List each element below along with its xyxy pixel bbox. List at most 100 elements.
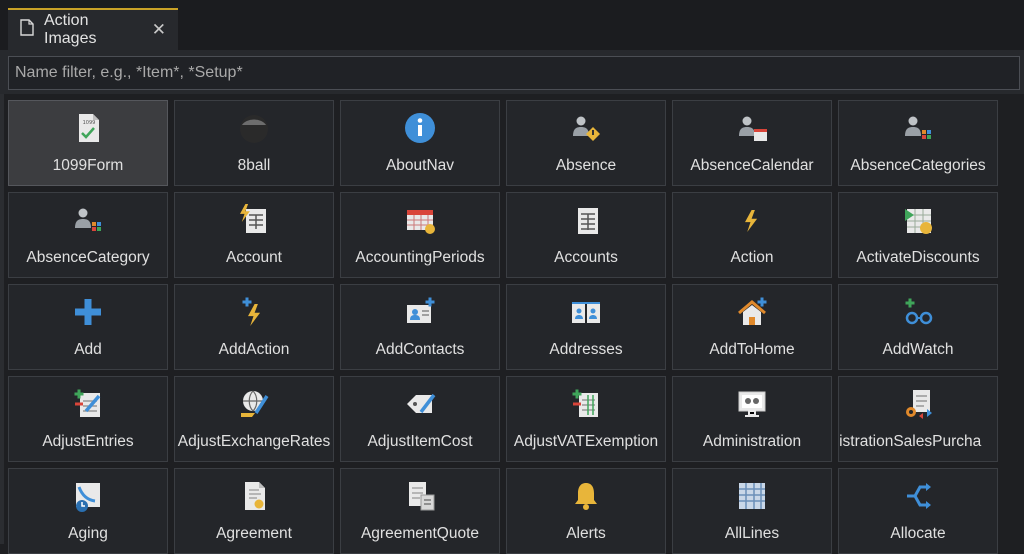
image-tile[interactable]: AbsenceCategory	[8, 192, 168, 278]
add-action-icon	[237, 295, 271, 329]
tile-label: 1099Form	[52, 157, 124, 174]
accounts-icon	[569, 203, 603, 237]
tile-label: Agreement	[216, 525, 292, 542]
image-tile[interactable]: AccountingPeriods	[340, 192, 500, 278]
filter-bar	[0, 50, 1024, 94]
document-icon	[20, 19, 34, 41]
image-tile[interactable]: Allocate	[838, 468, 998, 554]
image-tile[interactable]: AdjustVATExemption	[506, 376, 666, 462]
addresses-icon	[569, 295, 603, 329]
tile-label: Absence	[555, 157, 617, 174]
image-tile[interactable]: Administration	[672, 376, 832, 462]
tab-action-images[interactable]: Action Images ✕	[8, 8, 178, 50]
all-lines-icon	[735, 479, 769, 513]
image-tile[interactable]: AgreementQuote	[340, 468, 500, 554]
adjust-item-cost-icon	[403, 387, 437, 421]
image-tile[interactable]: AddContacts	[340, 284, 500, 370]
tile-label: Alerts	[566, 525, 606, 542]
svg-text:1099: 1099	[83, 120, 96, 126]
allocate-icon	[901, 479, 935, 513]
lightning-icon	[735, 203, 769, 237]
image-tile[interactable]: Absence	[506, 100, 666, 186]
info-icon	[403, 111, 437, 145]
tab-title: Action Images	[44, 12, 97, 47]
name-filter-input[interactable]	[8, 56, 1020, 90]
image-tile[interactable]: AddAction	[174, 284, 334, 370]
tile-label: AgreementQuote	[360, 525, 480, 542]
adjust-exchange-rates-icon	[237, 387, 271, 421]
absence-category-icon	[71, 203, 105, 237]
agreement-quote-icon	[403, 479, 437, 513]
image-tile[interactable]: AdjustItemCost	[340, 376, 500, 462]
tile-label: AdjustExchangeRates	[177, 433, 331, 450]
image-tile[interactable]: Alerts	[506, 468, 666, 554]
tile-label: AbsenceCategory	[26, 249, 150, 266]
tile-label: Allocate	[890, 525, 946, 542]
tile-label: AbsenceCalendar	[690, 157, 814, 174]
image-tile[interactable]: AbsenceCalendar	[672, 100, 832, 186]
add-watch-icon	[901, 295, 935, 329]
tile-label: AdjustEntries	[42, 433, 134, 450]
tile-label: Aging	[68, 525, 108, 542]
image-tile[interactable]: Action	[672, 192, 832, 278]
image-tile[interactable]: AddToHome	[672, 284, 832, 370]
8ball-icon	[237, 111, 271, 145]
tab-bar: Action Images ✕	[0, 0, 1024, 50]
left-edge	[0, 94, 4, 544]
tile-label: AboutNav	[385, 157, 455, 174]
accounting-periods-icon	[403, 203, 437, 237]
tile-label: Addresses	[549, 341, 623, 358]
close-icon[interactable]: ✕	[152, 20, 166, 40]
tile-label: AllLines	[724, 525, 780, 542]
tile-label: Administration	[702, 433, 802, 450]
activate-discounts-icon	[901, 203, 935, 237]
tile-label: inistrationSalesPurcha	[838, 433, 982, 450]
image-grid: 1099 1099Form 8ball AboutNav Absence AbsenceC…	[8, 100, 998, 554]
administration-icon	[735, 387, 769, 421]
tile-label: AddWatch	[882, 341, 954, 358]
absence-icon	[569, 111, 603, 145]
account-icon	[237, 203, 271, 237]
tile-label: AddToHome	[709, 341, 795, 358]
bell-icon	[569, 479, 603, 513]
image-tile[interactable]: 1099 1099Form	[8, 100, 168, 186]
image-tile[interactable]: Agreement	[174, 468, 334, 554]
image-tile[interactable]: AllLines	[672, 468, 832, 554]
tile-label: AdjustVATExemption	[513, 433, 659, 450]
tile-label: AddContacts	[375, 341, 465, 358]
image-tile[interactable]: 8ball	[174, 100, 334, 186]
adjust-vat-exemption-icon	[569, 387, 603, 421]
image-tile[interactable]: Addresses	[506, 284, 666, 370]
tile-label: Accounts	[554, 249, 618, 266]
administration-sales-purchase-icon	[901, 387, 935, 421]
form-1099-icon: 1099	[71, 111, 105, 145]
tile-label: AddAction	[218, 341, 290, 358]
tile-label: Account	[225, 249, 282, 266]
add-to-home-icon	[735, 295, 769, 329]
image-tile[interactable]: Account	[174, 192, 334, 278]
add-contacts-icon	[403, 295, 437, 329]
image-tile[interactable]: Accounts	[506, 192, 666, 278]
image-tile[interactable]: AddWatch	[838, 284, 998, 370]
aging-icon	[71, 479, 105, 513]
tile-label: AdjustItemCost	[367, 433, 473, 450]
tile-label: Action	[730, 249, 774, 266]
image-tile[interactable]: ActivateDiscounts	[838, 192, 998, 278]
image-tile[interactable]: inistrationSalesPurcha	[838, 376, 998, 462]
tile-label: 8ball	[237, 157, 271, 174]
absence-calendar-icon	[735, 111, 769, 145]
adjust-entries-icon	[71, 387, 105, 421]
image-tile[interactable]: Aging	[8, 468, 168, 554]
image-tile[interactable]: AdjustEntries	[8, 376, 168, 462]
agreement-icon	[237, 479, 271, 513]
plus-icon	[71, 295, 105, 329]
absence-categories-icon	[901, 111, 935, 145]
image-tile[interactable]: Add	[8, 284, 168, 370]
image-tile[interactable]: AdjustExchangeRates	[174, 376, 334, 462]
image-tile[interactable]: AbsenceCategories	[838, 100, 998, 186]
tile-label: ActivateDiscounts	[856, 249, 980, 266]
tile-label: AbsenceCategories	[850, 157, 986, 174]
image-tile[interactable]: AboutNav	[340, 100, 500, 186]
tile-label: AccountingPeriods	[355, 249, 485, 266]
tile-label: Add	[74, 341, 102, 358]
